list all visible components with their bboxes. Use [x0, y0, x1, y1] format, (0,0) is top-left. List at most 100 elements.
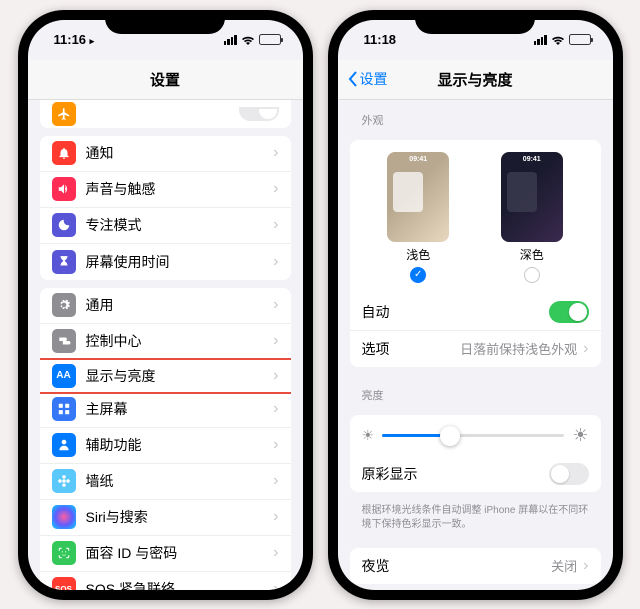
wifi-icon	[241, 35, 255, 45]
auto-row[interactable]: 自动	[350, 295, 601, 331]
settings-row-声音与触感[interactable]: 声音与触感 ›	[40, 172, 291, 208]
chevron-icon: ›	[273, 144, 278, 162]
dark-mode-option[interactable]: 深色	[501, 152, 563, 283]
settings-row-墙纸[interactable]: 墙纸 ›	[40, 464, 291, 500]
row-label: SOS 紧急联络	[86, 579, 268, 590]
chevron-icon: ›	[583, 557, 588, 575]
chevron-icon: ›	[273, 436, 278, 454]
auto-toggle[interactable]	[549, 301, 589, 323]
siri-icon	[52, 505, 76, 529]
faceid-icon	[52, 541, 76, 565]
settings-group-1: 通知 › 声音与触感 › 专注模式 › 屏幕使用时间 ›	[40, 136, 291, 280]
speaker-icon	[52, 177, 76, 201]
notch	[105, 10, 225, 34]
display-settings[interactable]: 外观 浅色 深色 自动	[338, 100, 613, 590]
chevron-icon: ›	[273, 367, 278, 385]
battery-icon	[259, 34, 281, 45]
back-button[interactable]: 设置	[348, 69, 388, 89]
row-label: 声音与触感	[86, 179, 268, 199]
cellular-icon	[534, 35, 547, 45]
settings-row-屏幕使用时间[interactable]: 屏幕使用时间 ›	[40, 244, 291, 280]
person-icon	[52, 433, 76, 457]
settings-group-2: 通用›控制中心›AA显示与亮度›主屏幕›辅助功能›墙纸›Siri与搜索›面容 I…	[40, 288, 291, 590]
phone-right: 11:18 设置 显示与亮度 外观 浅色	[328, 10, 623, 600]
status-indicators	[534, 34, 591, 45]
brightness-slider[interactable]	[382, 434, 564, 437]
sun-large-icon: ☀	[572, 425, 588, 446]
true-tone-row[interactable]: 原彩显示	[350, 456, 601, 492]
chevron-icon: ›	[273, 472, 278, 490]
switches-icon	[52, 329, 76, 353]
row-label: 通用	[86, 295, 268, 315]
chevron-icon: ›	[273, 180, 278, 198]
cellular-icon	[224, 35, 237, 45]
airplane-row-partial[interactable]	[40, 100, 291, 128]
row-label: 辅助功能	[86, 435, 268, 455]
chevron-icon: ›	[583, 340, 588, 358]
settings-row-显示与亮度[interactable]: AA 显示与亮度 ›	[40, 358, 291, 394]
night-shift-row[interactable]: 夜览 关闭 ›	[350, 548, 601, 584]
appearance-group: 浅色 深色 自动 选项 日落前保持浅色外观 ›	[350, 140, 601, 367]
light-mode-option[interactable]: 浅色	[387, 152, 449, 283]
row-label: 显示与亮度	[86, 366, 268, 386]
nav-header: 设置	[28, 60, 303, 100]
row-label: 通知	[86, 143, 268, 163]
settings-row-辅助功能[interactable]: 辅助功能 ›	[40, 428, 291, 464]
status-time: 11:18	[364, 32, 397, 47]
settings-row-面容 ID 与密码[interactable]: 面容 ID 与密码 ›	[40, 536, 291, 572]
moon-icon	[52, 213, 76, 237]
settings-row-通用[interactable]: 通用 ›	[40, 288, 291, 324]
settings-row-主屏幕[interactable]: 主屏幕 ›	[40, 392, 291, 428]
row-label: Siri与搜索	[86, 507, 268, 527]
airplane-icon	[52, 102, 76, 126]
sun-small-icon: ☀	[362, 427, 375, 444]
page-title: 显示与亮度	[437, 69, 512, 90]
chevron-icon: ›	[273, 580, 278, 590]
options-row[interactable]: 选项 日落前保持浅色外观 ›	[350, 331, 601, 367]
true-tone-toggle[interactable]	[549, 463, 589, 485]
brightness-header: 亮度	[338, 375, 613, 407]
chevron-icon: ›	[273, 296, 278, 314]
chevron-icon: ›	[273, 508, 278, 526]
battery-icon	[569, 34, 591, 45]
true-tone-footer: 根据环境光线条件自动调整 iPhone 屏幕以在不同环境下保持色彩显示一致。	[338, 500, 613, 540]
appearance-header: 外观	[338, 100, 613, 132]
settings-row-通知[interactable]: 通知 ›	[40, 136, 291, 172]
row-label: 面容 ID 与密码	[86, 543, 268, 563]
toggle-partial[interactable]	[239, 107, 279, 121]
chevron-icon: ›	[273, 216, 278, 234]
settings-row-专注模式[interactable]: 专注模式 ›	[40, 208, 291, 244]
bell-icon	[52, 141, 76, 165]
nav-header: 设置 显示与亮度	[338, 60, 613, 100]
hourglass-icon	[52, 250, 76, 274]
wifi-icon	[551, 35, 565, 45]
row-label: 专注模式	[86, 215, 268, 235]
page-title: 设置	[150, 69, 180, 90]
settings-row-Siri与搜索[interactable]: Siri与搜索 ›	[40, 500, 291, 536]
settings-list[interactable]: 通知›声音与触感›专注模式›屏幕使用时间› 通用›控制中心›AA显示与亮度›主屏…	[28, 100, 303, 590]
settings-row-控制中心[interactable]: 控制中心 ›	[40, 324, 291, 360]
aa-icon: AA	[52, 364, 76, 388]
brightness-slider-row[interactable]: ☀ ☀	[350, 415, 601, 456]
status-indicators	[224, 34, 281, 45]
row-label: 控制中心	[86, 331, 268, 351]
status-time: 11:16 ▸	[54, 32, 95, 47]
phone-left: 11:16 ▸ 设置 通知›声音与触感›专注模式›屏幕使用时间› 通用›控制中心…	[18, 10, 313, 600]
brightness-group: ☀ ☀ 原彩显示	[350, 415, 601, 492]
row-label: 主屏幕	[86, 399, 268, 419]
screen-display: 11:18 设置 显示与亮度 外观 浅色	[338, 20, 613, 590]
light-radio[interactable]	[410, 267, 426, 283]
screen-settings: 11:16 ▸ 设置 通知›声音与触感›专注模式›屏幕使用时间› 通用›控制中心…	[28, 20, 303, 590]
light-thumb	[387, 152, 449, 242]
sos-icon: SOS	[52, 577, 76, 590]
settings-row-SOS 紧急联络[interactable]: SOS SOS 紧急联络 ›	[40, 572, 291, 590]
row-label: 屏幕使用时间	[86, 252, 268, 272]
chevron-icon: ›	[273, 544, 278, 562]
notch	[415, 10, 535, 34]
chevron-icon: ›	[273, 253, 278, 271]
row-label: 墙纸	[86, 471, 268, 491]
dark-radio[interactable]	[524, 267, 540, 283]
chevron-icon: ›	[273, 332, 278, 350]
night-shift-group: 夜览 关闭 ›	[350, 548, 601, 584]
chevron-icon: ›	[273, 400, 278, 418]
